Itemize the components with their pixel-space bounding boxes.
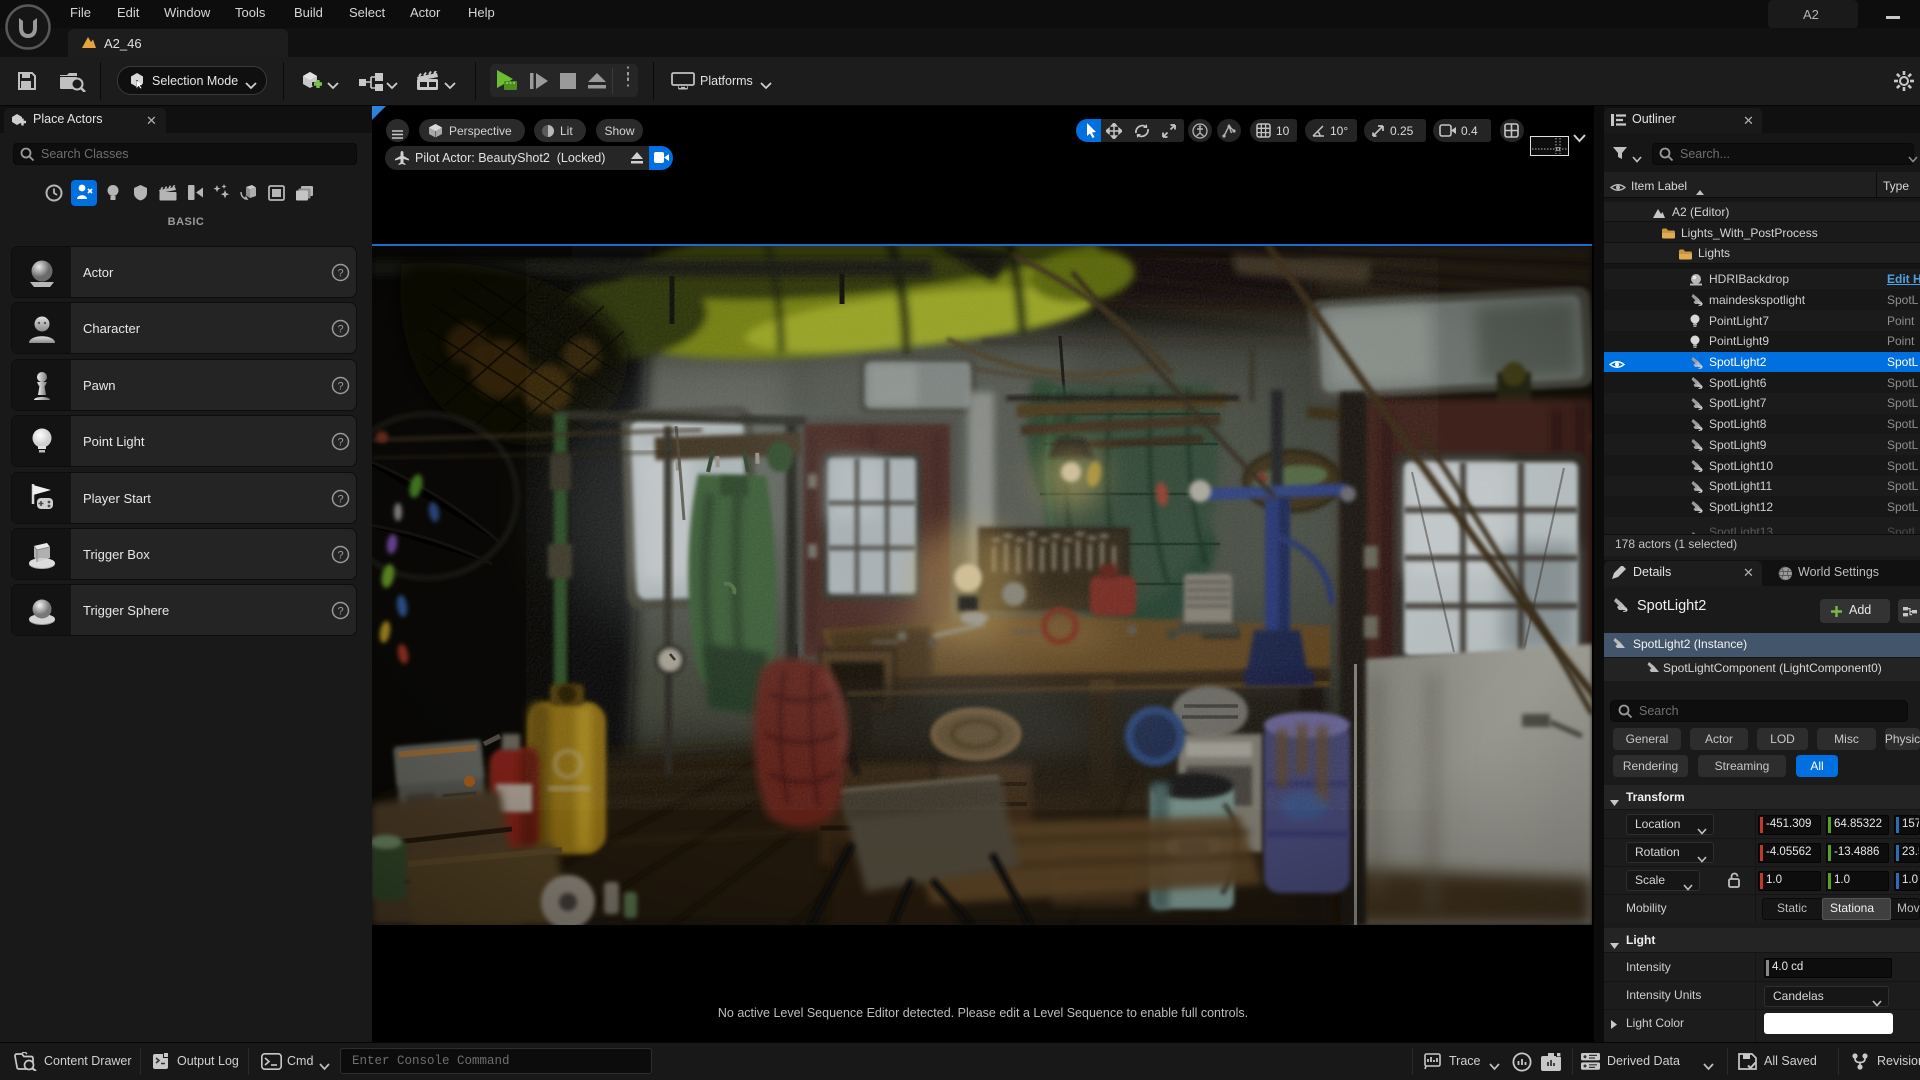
svg-text:?: ? — [337, 550, 343, 562]
svg-text:?: ? — [337, 381, 343, 393]
svg-text:?: ? — [337, 324, 343, 336]
svg-text:?: ? — [337, 606, 343, 618]
svg-text:?: ? — [337, 494, 343, 506]
svg-text:?: ? — [337, 268, 343, 280]
svg-text:?: ? — [337, 437, 343, 449]
